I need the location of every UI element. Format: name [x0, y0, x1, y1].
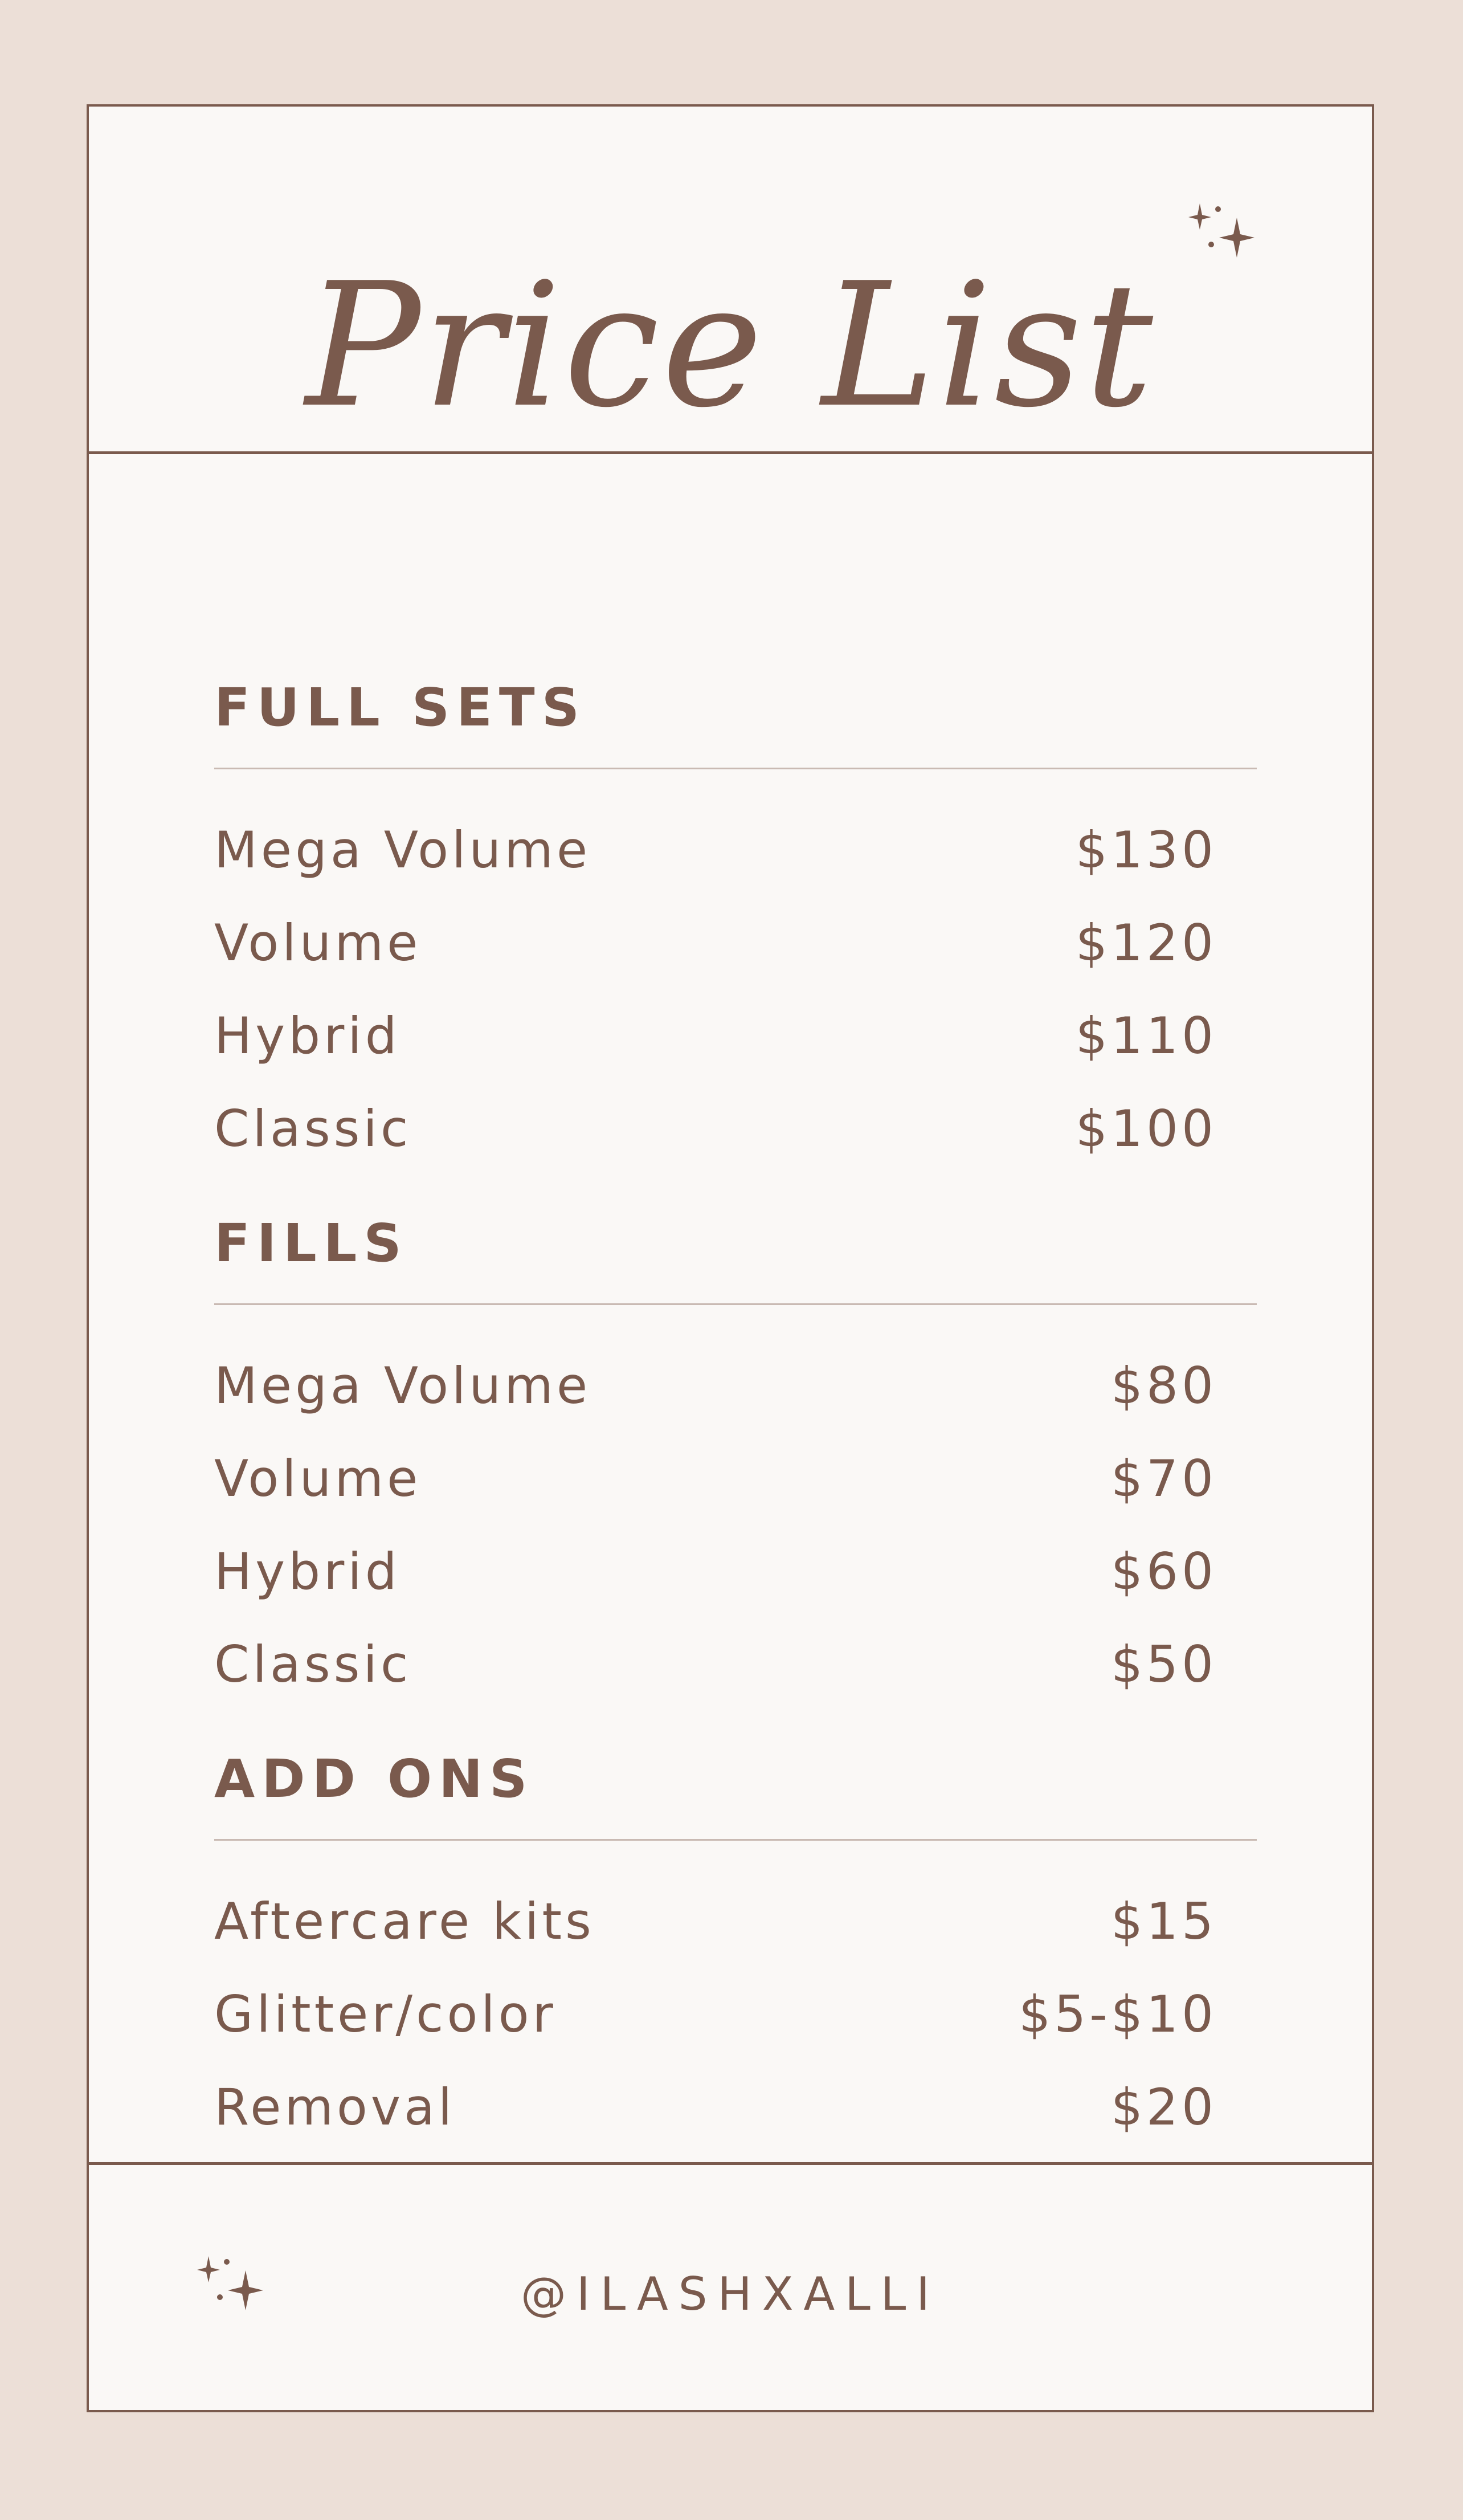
item-name: Classic	[214, 1635, 412, 1694]
section-title: FILLS	[214, 1213, 408, 1274]
list-item: Volume $120	[214, 896, 1257, 989]
sparkles-icon	[1183, 192, 1268, 266]
section-title: ADD ONS	[214, 1748, 534, 1809]
list-item: Classic $50	[214, 1618, 1257, 1711]
item-name: Volume	[214, 914, 422, 972]
item-price: $60	[1111, 1542, 1217, 1601]
list-item: Hybrid $110	[214, 989, 1257, 1082]
list-item: Aftercare kits $15	[214, 1875, 1257, 1968]
section-title: FULL SETS	[214, 677, 586, 738]
price-list-card: Price List FULL SETS Mega Volume $130 Vo…	[87, 104, 1374, 2412]
item-name: Removal	[214, 2078, 456, 2136]
list-item: Removal $20	[214, 2061, 1257, 2154]
list-item: Mega Volume $130	[214, 804, 1257, 896]
section-divider	[214, 1303, 1257, 1305]
price-sections: FULL SETS Mega Volume $130 Volume $120 H…	[89, 454, 1372, 2266]
page-title: Price List	[305, 246, 1155, 445]
item-name: Volume	[214, 1449, 422, 1508]
item-price: $50	[1111, 1635, 1217, 1694]
list-item: Classic $100	[214, 1082, 1257, 1175]
item-price: $130	[1076, 821, 1217, 879]
item-name: Glitter/color	[214, 1985, 557, 2044]
section-fills: FILLS Mega Volume $80 Volume $70 Hybrid …	[214, 1206, 1257, 1711]
item-name: Hybrid	[214, 1006, 401, 1065]
item-name: Mega Volume	[214, 1356, 591, 1415]
section-full-sets: FULL SETS Mega Volume $130 Volume $120 H…	[214, 671, 1257, 1175]
item-price: $20	[1111, 2078, 1217, 2136]
item-name: Mega Volume	[214, 821, 591, 879]
item-price: $15	[1111, 1892, 1217, 1951]
social-handle: @ILASHXALLI	[521, 2268, 940, 2321]
list-item: Volume $70	[214, 1432, 1257, 1525]
list-item: Mega Volume $80	[214, 1339, 1257, 1432]
section-divider	[214, 768, 1257, 769]
footer: @ILASHXALLI	[89, 2162, 1372, 2410]
section-add-ons: ADD ONS Aftercare kits $15 Glitter/color…	[214, 1742, 1257, 2154]
item-name: Aftercare kits	[214, 1892, 595, 1951]
item-price: $5-$10	[1019, 1985, 1217, 2044]
list-item: Glitter/color $5-$10	[214, 1968, 1257, 2061]
item-name: Classic	[214, 1099, 412, 1158]
item-price: $100	[1076, 1099, 1217, 1158]
list-item: Hybrid $60	[214, 1525, 1257, 1618]
item-price: $80	[1111, 1356, 1217, 1415]
section-divider	[214, 1839, 1257, 1841]
header: Price List	[89, 107, 1372, 454]
item-name: Hybrid	[214, 1542, 401, 1601]
item-price: $110	[1076, 1006, 1217, 1065]
item-price: $70	[1111, 1449, 1217, 1508]
item-price: $120	[1076, 914, 1217, 972]
